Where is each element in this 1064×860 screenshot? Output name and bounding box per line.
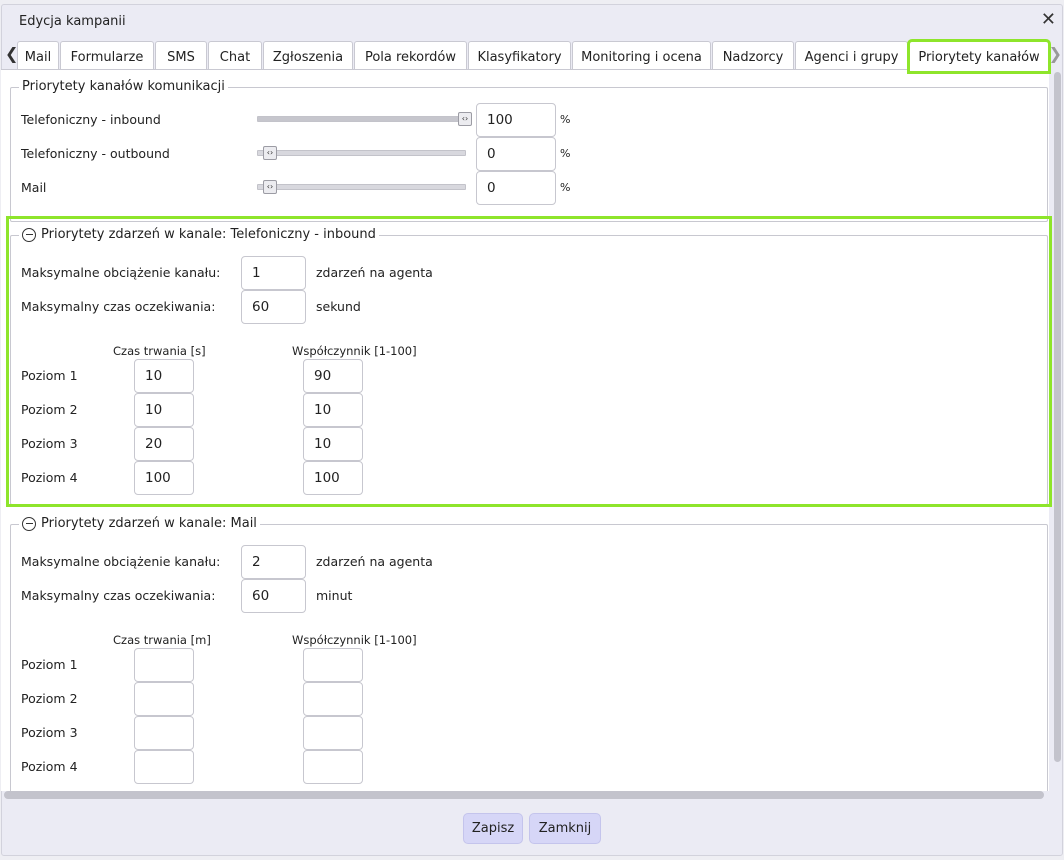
factor-input[interactable] bbox=[303, 682, 363, 716]
factor-input[interactable] bbox=[303, 716, 363, 750]
tab-forms[interactable]: Formularze bbox=[60, 41, 154, 72]
level-label: Poziom 1 bbox=[21, 368, 78, 383]
slider-phone-inbound[interactable]: ‹› bbox=[257, 112, 472, 126]
channel-priorities-legend: Priorytety kanałów komunikacji bbox=[19, 79, 228, 94]
horizontal-scrollbar[interactable] bbox=[4, 791, 1044, 799]
channel-label-phone-outbound: Telefoniczny - outbound bbox=[21, 146, 170, 161]
slider-phone-outbound[interactable]: ‹› bbox=[257, 146, 466, 160]
max-load-input[interactable]: 1 bbox=[241, 256, 306, 290]
max-load-label: Maksymalne obciążenie kanału: bbox=[21, 265, 221, 280]
tab-mail[interactable]: Mail bbox=[17, 41, 59, 72]
tab-content: Priorytety kanałów komunikacji Telefonic… bbox=[1, 69, 1049, 791]
max-wait-unit: minut bbox=[316, 588, 353, 603]
channel-label-phone-inbound: Telefoniczny - inbound bbox=[21, 112, 161, 127]
factor-input[interactable] bbox=[303, 648, 363, 682]
close-icon[interactable]: ✕ bbox=[1041, 10, 1056, 30]
level-label: Poziom 2 bbox=[21, 402, 78, 417]
slider-handle-icon[interactable]: ‹› bbox=[263, 146, 277, 160]
max-wait-label: Maksymalny czas oczekiwania: bbox=[21, 588, 216, 603]
vertical-scrollbar[interactable] bbox=[1054, 72, 1061, 762]
tab-channel-priorities[interactable]: Priorytety kanałów bbox=[907, 39, 1051, 74]
max-wait-label: Maksymalny czas oczekiwania: bbox=[21, 299, 216, 314]
tab-record-fields[interactable]: Pola rekordów bbox=[354, 41, 467, 72]
dialog-title: Edycja kampanii bbox=[19, 14, 126, 29]
phone-inbound-legend: Priorytety zdarzeń w kanale: Telefoniczn… bbox=[19, 227, 379, 242]
tab-supervisors[interactable]: Nadzorcy bbox=[712, 41, 794, 72]
col-factor-header: Współczynnik [1-100] bbox=[292, 633, 417, 647]
close-button[interactable]: Zamknij bbox=[529, 813, 601, 844]
priority-input-mail[interactable]: 0 bbox=[476, 171, 556, 205]
max-load-unit: zdarzeń na agenta bbox=[316, 265, 433, 280]
slider-handle-icon[interactable]: ‹› bbox=[458, 112, 472, 126]
priority-input-phone-outbound[interactable]: 0 bbox=[476, 137, 556, 171]
legend-text: Priorytety zdarzeń w kanale: Telefoniczn… bbox=[41, 227, 376, 242]
factor-input[interactable] bbox=[303, 750, 363, 784]
tab-classifiers[interactable]: Klasyfikatory bbox=[468, 41, 571, 72]
max-wait-unit: sekund bbox=[316, 299, 361, 314]
factor-input[interactable]: 90 bbox=[303, 359, 363, 393]
percent-label: % bbox=[560, 147, 571, 160]
duration-input[interactable]: 10 bbox=[134, 393, 194, 427]
collapse-icon[interactable] bbox=[22, 516, 36, 531]
tab-chat[interactable]: Chat bbox=[208, 41, 262, 72]
factor-input[interactable]: 10 bbox=[303, 393, 363, 427]
max-wait-input[interactable]: 60 bbox=[241, 290, 306, 324]
max-load-unit: zdarzeń na agenta bbox=[316, 554, 433, 569]
factor-input[interactable]: 10 bbox=[303, 427, 363, 461]
priority-input-phone-inbound[interactable]: 100 bbox=[476, 103, 556, 137]
max-load-label: Maksymalne obciążenie kanału: bbox=[21, 554, 221, 569]
tab-tickets[interactable]: Zgłoszenia bbox=[263, 41, 353, 72]
slider-mail[interactable]: ‹› bbox=[257, 180, 466, 194]
slider-handle-icon[interactable]: ‹› bbox=[263, 180, 277, 194]
col-duration-header: Czas trwania [m] bbox=[113, 633, 211, 647]
level-label: Poziom 3 bbox=[21, 725, 78, 740]
max-load-input[interactable]: 2 bbox=[241, 545, 306, 579]
legend-text: Priorytety kanałów komunikacji bbox=[22, 79, 225, 94]
tab-agents-groups[interactable]: Agenci i grupy bbox=[795, 41, 908, 72]
level-label: Poziom 3 bbox=[21, 436, 78, 451]
tab-monitoring[interactable]: Monitoring i ocena bbox=[572, 41, 711, 72]
legend-text: Priorytety zdarzeń w kanale: Mail bbox=[41, 516, 257, 531]
duration-input[interactable]: 100 bbox=[134, 461, 194, 495]
percent-label: % bbox=[560, 181, 571, 194]
collapse-icon[interactable] bbox=[22, 227, 36, 242]
tab-sms[interactable]: SMS bbox=[155, 41, 207, 72]
duration-input[interactable]: 20 bbox=[134, 427, 194, 461]
chevron-right-icon[interactable]: ❯ bbox=[1049, 44, 1062, 63]
duration-input[interactable] bbox=[134, 716, 194, 750]
duration-input[interactable] bbox=[134, 750, 194, 784]
save-button[interactable]: Zapisz bbox=[463, 813, 523, 844]
slider-fill bbox=[258, 117, 465, 121]
duration-input[interactable]: 10 bbox=[134, 359, 194, 393]
mail-legend: Priorytety zdarzeń w kanale: Mail bbox=[19, 516, 260, 531]
level-label: Poziom 1 bbox=[21, 657, 78, 672]
level-label: Poziom 2 bbox=[21, 691, 78, 706]
factor-input[interactable]: 100 bbox=[303, 461, 363, 495]
level-label: Poziom 4 bbox=[21, 759, 78, 774]
col-factor-header: Współczynnik [1-100] bbox=[292, 344, 417, 358]
level-label: Poziom 4 bbox=[21, 470, 78, 485]
max-wait-input[interactable]: 60 bbox=[241, 579, 306, 613]
duration-input[interactable] bbox=[134, 648, 194, 682]
percent-label: % bbox=[560, 113, 571, 126]
channel-label-mail: Mail bbox=[21, 180, 47, 195]
col-duration-header: Czas trwania [s] bbox=[113, 344, 206, 358]
duration-input[interactable] bbox=[134, 682, 194, 716]
